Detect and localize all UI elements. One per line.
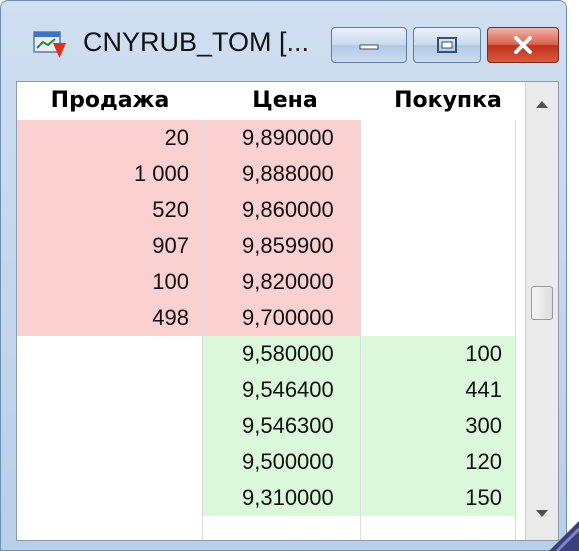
column-divider	[515, 120, 516, 540]
table-row[interactable]: 9,310000 150	[17, 480, 525, 516]
close-icon	[514, 36, 532, 54]
buy-cell: 150	[360, 480, 515, 516]
sell-cell: 498	[17, 300, 202, 336]
column-header-buy[interactable]: Покупка	[373, 82, 523, 120]
buy-cell	[360, 264, 515, 300]
scroll-thumb[interactable]	[531, 286, 553, 320]
price-cell: 9,859900	[202, 228, 360, 264]
table-row[interactable]: 9,500000 120	[17, 444, 525, 480]
sell-cell: 100	[17, 264, 202, 300]
buy-cell	[360, 300, 515, 336]
table-row[interactable]: 100 9,820000	[17, 264, 525, 300]
buy-cell: 300	[360, 408, 515, 444]
maximize-button[interactable]	[413, 27, 481, 63]
buy-cell	[360, 192, 515, 228]
buy-cell	[360, 120, 515, 156]
sell-cell	[17, 372, 202, 408]
sell-cell: 20	[17, 120, 202, 156]
buy-cell	[360, 156, 515, 192]
table-header: Продажа Цена Покупка	[17, 82, 525, 120]
sell-cell	[17, 408, 202, 444]
sell-cell: 520	[17, 192, 202, 228]
table-row[interactable]: 520 9,860000	[17, 192, 525, 228]
resize-grip-icon[interactable]	[549, 521, 579, 551]
price-cell: 9,546300	[202, 408, 360, 444]
minimize-icon	[359, 44, 379, 50]
sell-cell	[17, 336, 202, 372]
price-cell: 9,580000	[202, 336, 360, 372]
order-book-grid[interactable]: Продажа Цена Покупка 20 9,890000 1 000 9…	[16, 81, 559, 541]
table-row[interactable]: 9,546300 300	[17, 408, 525, 444]
buy-cell: 441	[360, 372, 515, 408]
price-cell: 9,500000	[202, 444, 360, 480]
table-row[interactable]: 20 9,890000	[17, 120, 525, 156]
arrow-down-icon	[536, 510, 548, 517]
scroll-up-button[interactable]	[526, 86, 558, 122]
table-row[interactable]: 907 9,859900	[17, 228, 525, 264]
chart-down-icon	[33, 31, 66, 58]
table-row[interactable]: 498 9,700000	[17, 300, 525, 336]
sell-cell: 1 000	[17, 156, 202, 192]
price-cell: 9,310000	[202, 480, 360, 516]
table-row[interactable]: 9,580000 100	[17, 336, 525, 372]
order-book-window: CNYRUB_TOM [... Продажа Цена Покупка 20 …	[0, 0, 567, 551]
price-cell: 9,700000	[202, 300, 360, 336]
price-cell: 9,860000	[202, 192, 360, 228]
column-divider	[202, 120, 203, 540]
sell-cell	[17, 444, 202, 480]
column-divider	[360, 120, 361, 540]
price-cell: 9,820000	[202, 264, 360, 300]
buy-cell: 120	[360, 444, 515, 480]
restore-icon	[437, 37, 457, 53]
close-button[interactable]	[487, 27, 559, 63]
column-header-sell[interactable]: Продажа	[25, 82, 195, 120]
arrow-up-icon	[536, 101, 548, 108]
buy-cell: 100	[360, 336, 515, 372]
price-cell: 9,890000	[202, 120, 360, 156]
vertical-scrollbar[interactable]	[525, 82, 558, 540]
table-row[interactable]: 1 000 9,888000	[17, 156, 525, 192]
column-header-price[interactable]: Цена	[210, 82, 360, 120]
price-cell: 9,546400	[202, 372, 360, 408]
sell-cell	[17, 480, 202, 516]
minimize-button[interactable]	[331, 27, 407, 63]
title-bar[interactable]: CNYRUB_TOM [...	[1, 1, 566, 81]
table-row[interactable]: 9,546400 441	[17, 372, 525, 408]
window-title: CNYRUB_TOM [...	[83, 27, 310, 57]
price-cell: 9,888000	[202, 156, 360, 192]
buy-cell	[360, 228, 515, 264]
sell-cell: 907	[17, 228, 202, 264]
